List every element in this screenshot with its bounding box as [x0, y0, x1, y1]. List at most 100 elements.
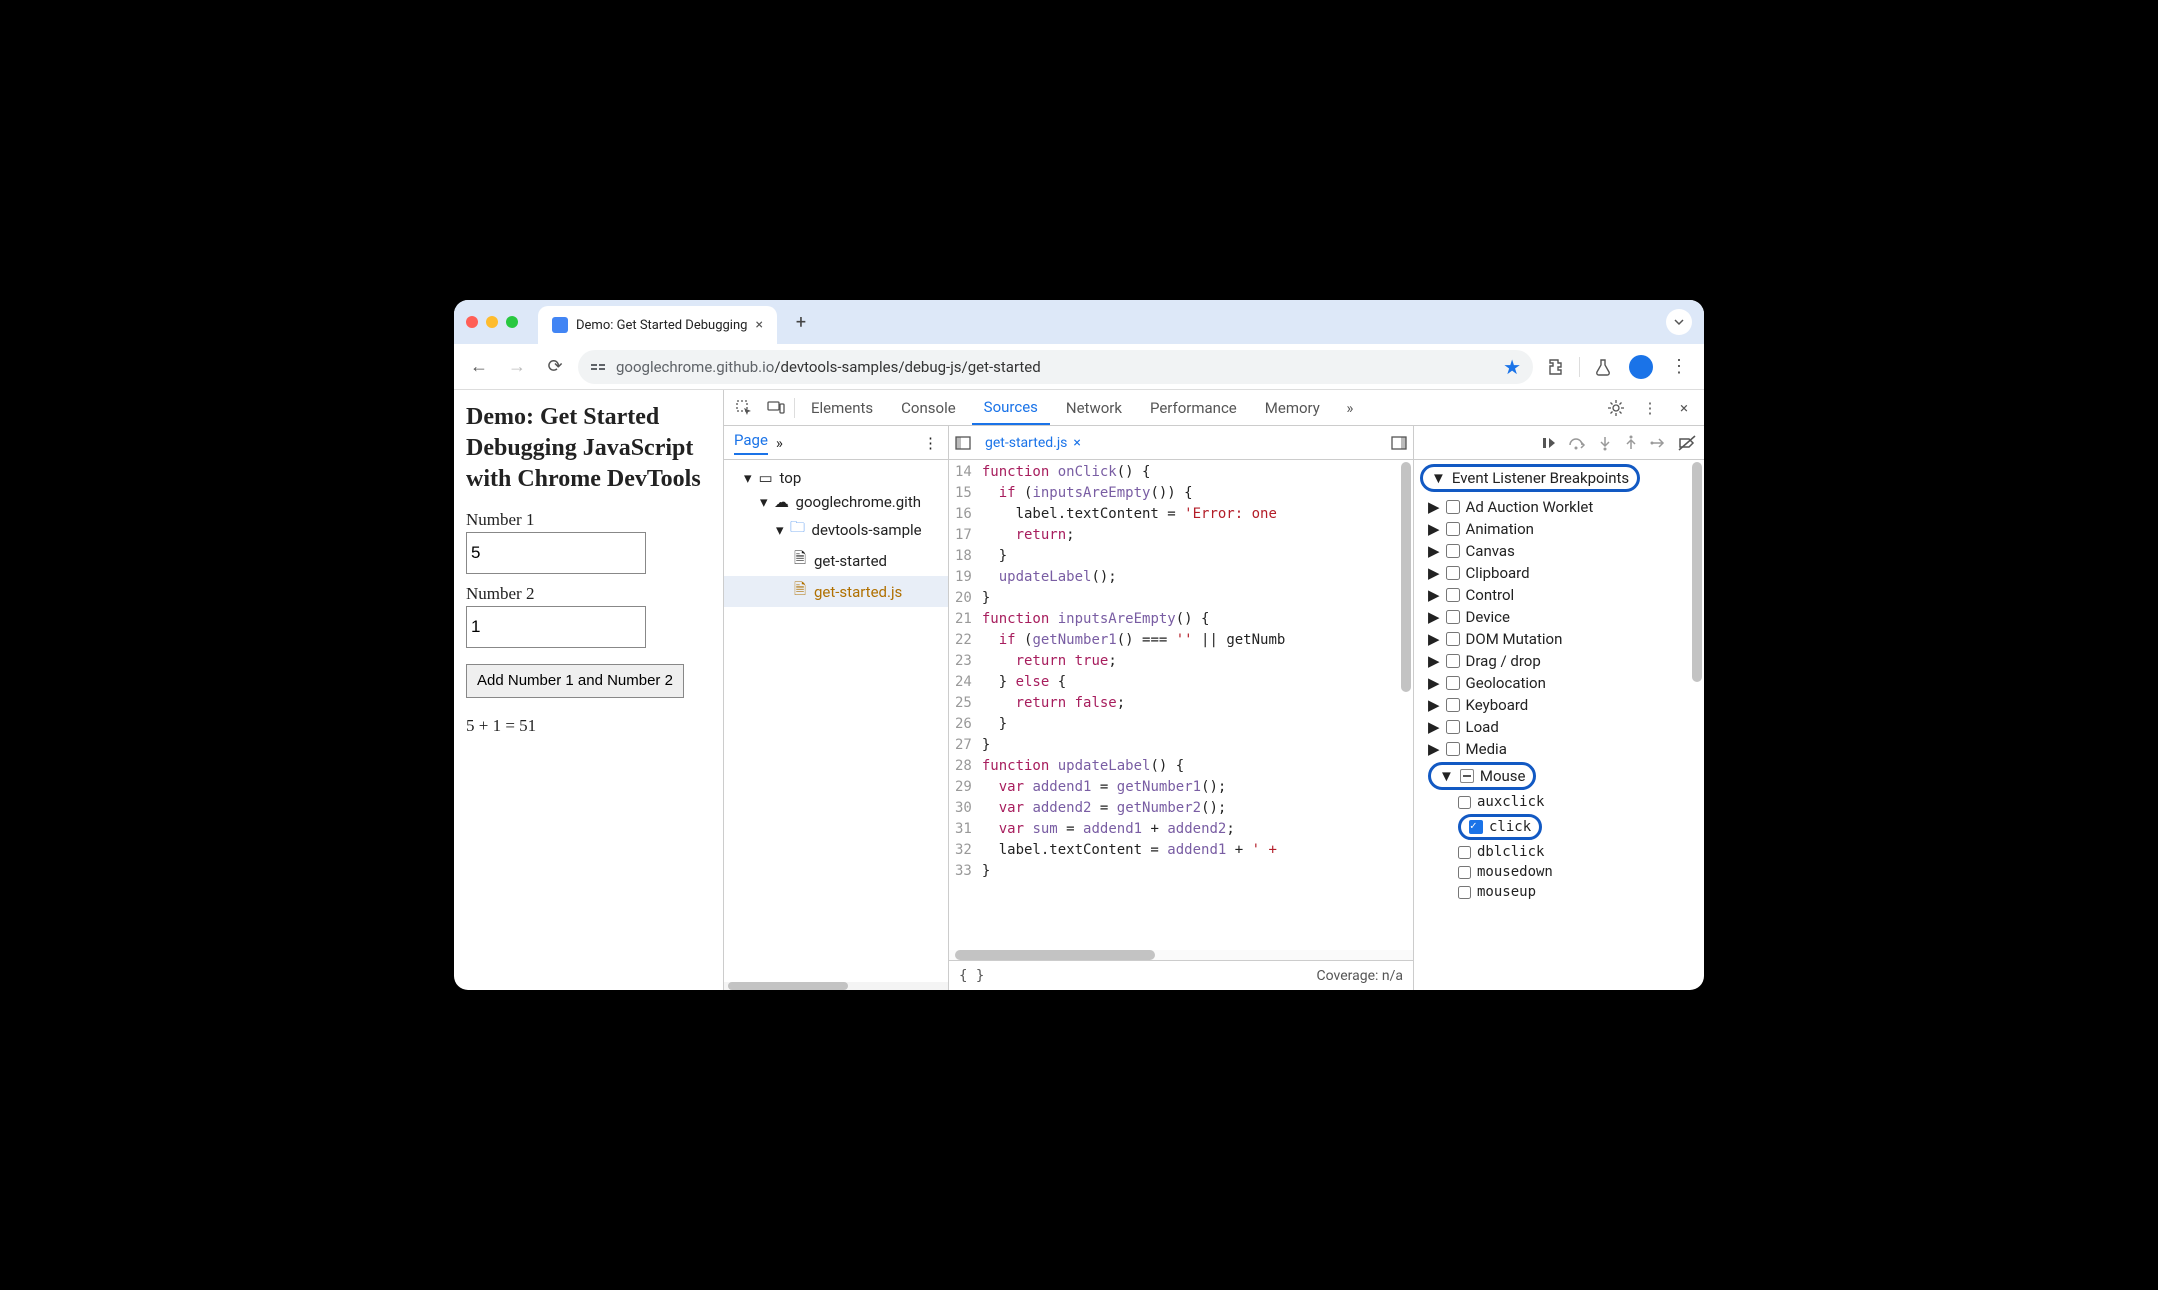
bp-event-mousedown[interactable]: mousedown: [1414, 862, 1704, 882]
bp-category-control[interactable]: ▶Control: [1414, 584, 1704, 606]
forward-button[interactable]: →: [502, 352, 532, 382]
coverage-status: Coverage: n/a: [1317, 968, 1403, 984]
toggle-navigator-icon[interactable]: [955, 435, 971, 451]
checkbox[interactable]: [1446, 588, 1460, 602]
checkbox-indeterminate-icon[interactable]: [1460, 769, 1474, 783]
tree-domain[interactable]: ▾☁googlechrome.gith: [724, 490, 948, 514]
bookmark-star-icon[interactable]: ★: [1503, 355, 1521, 379]
pretty-print-icon[interactable]: { }: [959, 968, 984, 984]
code-area[interactable]: 1415161718192021222324252627282930313233…: [949, 460, 1413, 950]
checkbox[interactable]: [1446, 720, 1460, 734]
bp-category-ad-auction-worklet[interactable]: ▶Ad Auction Worklet: [1414, 496, 1704, 518]
bp-event-auxclick[interactable]: auxclick: [1414, 792, 1704, 812]
devtools-tab-network[interactable]: Network: [1054, 390, 1134, 425]
navigator-more-icon[interactable]: »: [776, 434, 783, 452]
checkbox-checked-icon[interactable]: [1469, 820, 1483, 834]
devtools-tab-elements[interactable]: Elements: [799, 390, 885, 425]
step-over-icon[interactable]: [1568, 435, 1586, 451]
navigator-page-tab[interactable]: Page: [734, 431, 768, 455]
tabs-overflow-button[interactable]: [1666, 309, 1692, 335]
resume-icon[interactable]: [1540, 435, 1556, 451]
checkbox[interactable]: [1446, 500, 1460, 514]
checkbox[interactable]: [1458, 846, 1471, 859]
extensions-icon[interactable]: [1541, 352, 1571, 382]
checkbox[interactable]: [1446, 566, 1460, 580]
bp-category-animation[interactable]: ▶Animation: [1414, 518, 1704, 540]
bp-event-mouseup[interactable]: mouseup: [1414, 882, 1704, 902]
devtools-tab-sources[interactable]: Sources: [972, 390, 1050, 425]
devtools-tab-console[interactable]: Console: [889, 390, 968, 425]
file-tree: ▾▭top ▾☁googlechrome.gith ▾🗀devtools-sam…: [724, 460, 948, 982]
url-text: googlechrome.github.io/devtools-samples/…: [616, 358, 1041, 376]
editor-file-tab[interactable]: get-started.js ×: [979, 435, 1087, 451]
bp-category-device[interactable]: ▶Device: [1414, 606, 1704, 628]
number1-input[interactable]: [466, 532, 646, 574]
devtools-settings-icon[interactable]: [1602, 399, 1630, 417]
devtools-tab-performance[interactable]: Performance: [1138, 390, 1249, 425]
minimize-window-button[interactable]: [486, 316, 498, 328]
bp-category-dom-mutation[interactable]: ▶DOM Mutation: [1414, 628, 1704, 650]
checkbox[interactable]: [1446, 632, 1460, 646]
navigator-hscrollbar[interactable]: [724, 982, 948, 990]
checkbox[interactable]: [1458, 886, 1471, 899]
close-window-button[interactable]: [466, 316, 478, 328]
step-out-icon[interactable]: [1624, 435, 1638, 451]
profile-avatar[interactable]: [1626, 352, 1656, 382]
step-icon[interactable]: [1650, 435, 1666, 451]
checkbox[interactable]: [1446, 654, 1460, 668]
devtools-menu-icon[interactable]: ⋮: [1636, 399, 1664, 417]
bp-category-drag-drop[interactable]: ▶Drag / drop: [1414, 650, 1704, 672]
checkbox[interactable]: [1458, 866, 1471, 879]
devtools-tab-memory[interactable]: Memory: [1253, 390, 1332, 425]
step-into-icon[interactable]: [1598, 435, 1612, 451]
deactivate-breakpoints-icon[interactable]: [1678, 435, 1696, 451]
navigator-menu-icon[interactable]: ⋮: [923, 434, 938, 452]
bp-category-keyboard[interactable]: ▶Keyboard: [1414, 694, 1704, 716]
reload-button[interactable]: ⟳: [540, 352, 570, 382]
checkbox[interactable]: [1446, 522, 1460, 536]
maximize-window-button[interactable]: [506, 316, 518, 328]
bp-category-clipboard[interactable]: ▶Clipboard: [1414, 562, 1704, 584]
address-bar[interactable]: googlechrome.github.io/devtools-samples/…: [578, 350, 1533, 384]
inspect-icon[interactable]: [730, 399, 758, 417]
tree-top[interactable]: ▾▭top: [724, 466, 948, 490]
checkbox[interactable]: [1446, 610, 1460, 624]
labs-icon[interactable]: [1588, 352, 1618, 382]
bp-category-geolocation[interactable]: ▶Geolocation: [1414, 672, 1704, 694]
device-toggle-icon[interactable]: [762, 399, 790, 417]
editor-vscrollbar[interactable]: [1401, 462, 1411, 692]
bp-category-mouse[interactable]: ▼Mouse: [1414, 760, 1704, 792]
toggle-debugger-icon[interactable]: [1391, 435, 1407, 451]
more-tabs-icon[interactable]: »: [1336, 399, 1364, 417]
back-button[interactable]: ←: [464, 352, 494, 382]
number2-input[interactable]: [466, 606, 646, 648]
close-tab-icon[interactable]: ×: [755, 317, 762, 333]
browser-window: Demo: Get Started Debugging × + ← → ⟳ go…: [454, 300, 1704, 990]
debugger-vscrollbar[interactable]: [1692, 462, 1702, 682]
editor-hscrollbar[interactable]: [949, 950, 1413, 960]
devtools-close-icon[interactable]: ×: [1670, 399, 1698, 417]
debugger-body: ▼ Event Listener Breakpoints ▶Ad Auction…: [1414, 460, 1704, 990]
bp-event-dblclick[interactable]: dblclick: [1414, 842, 1704, 862]
tree-file-html[interactable]: 🗎get-started: [724, 545, 948, 576]
event-listener-breakpoints-heading[interactable]: ▼ Event Listener Breakpoints: [1414, 460, 1704, 496]
result-text: 5 + 1 = 51: [466, 716, 711, 736]
checkbox[interactable]: [1446, 544, 1460, 558]
add-button[interactable]: Add Number 1 and Number 2: [466, 664, 684, 698]
debugger-sidebar: ▼ Event Listener Breakpoints ▶Ad Auction…: [1414, 426, 1704, 990]
browser-tab[interactable]: Demo: Get Started Debugging ×: [538, 306, 777, 344]
bp-category-load[interactable]: ▶Load: [1414, 716, 1704, 738]
site-settings-icon[interactable]: [590, 359, 606, 375]
new-tab-button[interactable]: +: [787, 308, 815, 336]
checkbox[interactable]: [1446, 676, 1460, 690]
checkbox[interactable]: [1446, 742, 1460, 756]
checkbox[interactable]: [1446, 698, 1460, 712]
close-file-icon[interactable]: ×: [1073, 435, 1080, 451]
checkbox[interactable]: [1458, 796, 1471, 809]
bp-category-media[interactable]: ▶Media: [1414, 738, 1704, 760]
tree-file-js[interactable]: 🗎get-started.js: [724, 576, 948, 607]
bp-event-click[interactable]: click: [1414, 812, 1704, 842]
tree-folder[interactable]: ▾🗀devtools-sample: [724, 514, 948, 545]
bp-category-canvas[interactable]: ▶Canvas: [1414, 540, 1704, 562]
browser-menu-icon[interactable]: ⋮: [1664, 352, 1694, 382]
